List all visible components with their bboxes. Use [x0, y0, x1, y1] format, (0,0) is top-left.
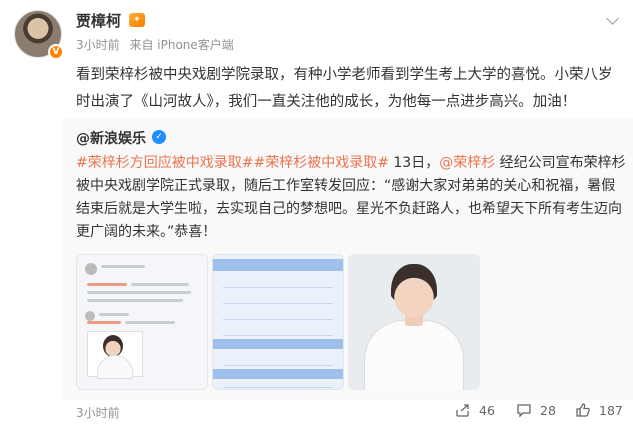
image-thumbnail-portrait[interactable]	[348, 254, 480, 390]
vip-icon[interactable]: ✦	[129, 13, 145, 27]
repost-text-segment: 13日，	[388, 155, 440, 171]
like-icon	[576, 403, 590, 417]
topic-link[interactable]: #荣梓杉方回应被中戏录取#	[76, 155, 253, 171]
mention-link[interactable]: @荣梓杉	[439, 155, 495, 171]
image-thumbnail-screenshot[interactable]	[76, 254, 208, 390]
repost-text: #荣梓杉方回应被中戏录取##荣梓杉被中戏录取# 13日，@荣梓杉 经纪公司宣布荣…	[76, 152, 626, 244]
share-count: 46	[479, 402, 495, 418]
weibo-post: V 贾樟柯 ✦ 3小时前 来自 iPhone客户端 看到荣梓杉被中央戏剧学院录取…	[0, 0, 633, 436]
comment-count: 28	[540, 402, 556, 418]
chevron-down-icon[interactable]	[606, 12, 619, 25]
author-avatar-container[interactable]: V	[14, 10, 64, 60]
verified-icon: ✓	[152, 130, 166, 144]
footer-time: 3小时前	[76, 406, 120, 420]
comment-button[interactable]: 28	[516, 402, 556, 418]
topic-link[interactable]: #荣梓杉被中戏录取#	[253, 155, 388, 171]
image-thumbnail-form[interactable]	[212, 254, 344, 390]
repost-card[interactable]: @新浪娱乐 ✓ #荣梓杉方回应被中戏录取##荣梓杉被中戏录取# 13日，@荣梓杉…	[62, 118, 633, 400]
post-text: 看到荣梓杉被中央戏剧学院录取，有种小学老师看到学生考上大学的喜悦。小荣八岁时出演…	[76, 67, 613, 110]
post-source: 来自 iPhone客户端	[129, 38, 234, 52]
post-time[interactable]: 3小时前	[76, 38, 120, 52]
repost-author[interactable]: @新浪娱乐	[76, 128, 146, 148]
comment-icon	[517, 404, 531, 418]
post-meta: 3小时前 来自 iPhone客户端	[76, 36, 240, 53]
share-button[interactable]: 46	[455, 402, 495, 418]
author-name[interactable]: 贾樟柯	[76, 10, 121, 31]
like-button[interactable]: 187	[575, 402, 623, 418]
like-count: 187	[599, 402, 623, 418]
verified-icon: V	[48, 44, 64, 60]
share-icon	[456, 404, 469, 417]
